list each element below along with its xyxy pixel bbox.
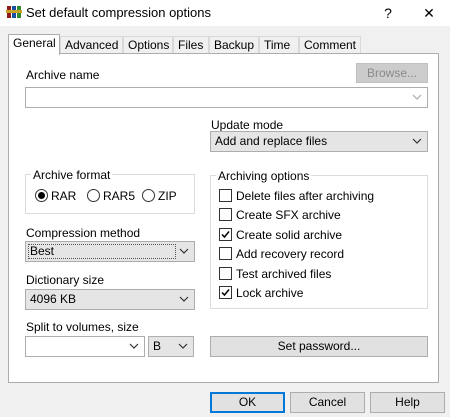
browse-button[interactable]: Browse... — [356, 63, 428, 83]
tab-advanced[interactable]: Advanced — [60, 36, 123, 54]
tab-comment[interactable]: Comment — [299, 36, 361, 54]
chevron-down-icon — [179, 296, 189, 302]
update-mode-label: Update mode — [211, 118, 284, 132]
cancel-button[interactable]: Cancel — [290, 392, 365, 413]
archive-name-label: Archive name — [26, 68, 100, 82]
delete-files-label[interactable]: Delete files after archiving — [236, 189, 374, 203]
winrar-app-icon — [6, 6, 22, 18]
close-button[interactable]: ✕ — [412, 0, 446, 26]
tab-options[interactable]: Options — [123, 36, 173, 54]
checkmark-icon — [221, 289, 230, 297]
compression-method-label: Compression method — [26, 226, 141, 240]
split-volumes-unit-value: B — [153, 339, 162, 353]
archive-name-combo[interactable] — [25, 87, 428, 108]
compression-method-select[interactable]: Best — [25, 241, 195, 262]
compression-method-value: Best — [30, 244, 55, 258]
update-mode-value: Add and replace files — [215, 134, 328, 148]
lock-archive-checkbox[interactable] — [219, 286, 232, 299]
tab-time[interactable]: Time — [259, 36, 299, 54]
checkmark-icon — [221, 231, 230, 239]
radio-selected-dot — [38, 192, 45, 199]
set-password-button[interactable]: Set password... — [210, 336, 428, 357]
chevron-down-icon — [412, 138, 422, 144]
split-volumes-size-combo[interactable] — [25, 336, 145, 357]
rar-radio-label[interactable]: RAR — [51, 189, 76, 203]
zip-radio-label[interactable]: ZIP — [158, 189, 177, 203]
archive-format-label: Archive format — [31, 168, 113, 182]
test-archived-checkbox[interactable] — [219, 267, 232, 280]
rar5-radio[interactable] — [87, 189, 100, 202]
archiving-options-label: Archiving options — [216, 169, 312, 183]
window-title: Set default compression options — [26, 5, 211, 20]
chevron-down-icon — [179, 248, 189, 254]
dictionary-size-label: Dictionary size — [26, 273, 105, 287]
lock-archive-label[interactable]: Lock archive — [236, 286, 303, 300]
help-button[interactable]: Help — [370, 392, 445, 413]
help-title-button[interactable]: ? — [371, 0, 405, 26]
delete-files-checkbox[interactable] — [219, 189, 232, 202]
add-recovery-checkbox[interactable] — [219, 247, 232, 260]
add-recovery-label[interactable]: Add recovery record — [236, 247, 344, 261]
create-solid-label[interactable]: Create solid archive — [236, 228, 342, 242]
tab-files[interactable]: Files — [173, 36, 209, 54]
tab-backup[interactable]: Backup — [209, 36, 259, 54]
create-sfx-label[interactable]: Create SFX archive — [236, 208, 341, 222]
title-bar: Set default compression options ? ✕ — [0, 0, 450, 26]
tab-general[interactable]: General — [8, 34, 60, 55]
zip-radio[interactable] — [142, 189, 155, 202]
test-archived-label[interactable]: Test archived files — [236, 267, 331, 281]
split-volumes-unit-select[interactable]: B — [148, 336, 194, 357]
rar-radio[interactable] — [35, 189, 48, 202]
dictionary-size-select[interactable]: 4096 KB — [25, 289, 195, 310]
chevron-down-icon — [412, 94, 422, 100]
chevron-down-icon — [178, 343, 188, 349]
update-mode-select[interactable]: Add and replace files — [210, 131, 428, 152]
chevron-down-icon — [129, 343, 139, 349]
ok-button[interactable]: OK — [210, 392, 285, 413]
create-solid-checkbox[interactable] — [219, 228, 232, 241]
create-sfx-checkbox[interactable] — [219, 208, 232, 221]
dictionary-size-value: 4096 KB — [30, 292, 77, 306]
rar5-radio-label[interactable]: RAR5 — [103, 189, 135, 203]
split-volumes-label: Split to volumes, size — [26, 320, 139, 334]
